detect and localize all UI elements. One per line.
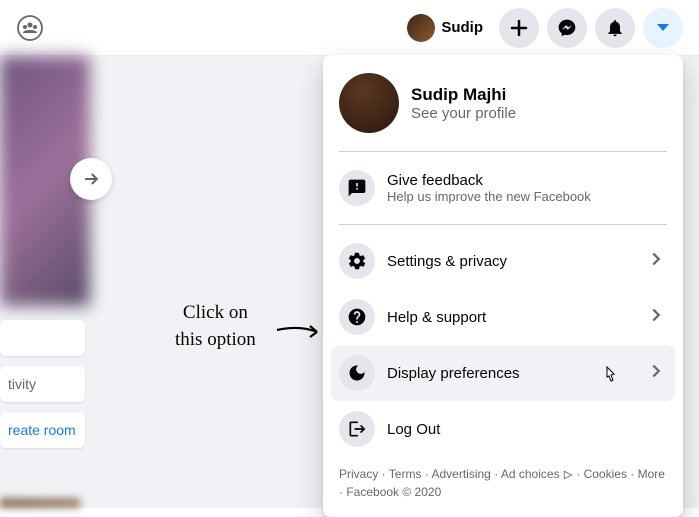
menu-item-label: Display preferences: [387, 365, 633, 382]
menu-item-label: Log Out: [387, 421, 667, 438]
menu-item-label: Help & support: [387, 309, 633, 326]
left-card-activity[interactable]: tivity: [0, 366, 85, 402]
profile-name: Sudip Majhi: [411, 85, 516, 105]
username-label: Sudip: [441, 19, 483, 36]
profile-subtitle: See your profile: [411, 105, 516, 122]
divider: [339, 151, 667, 152]
help-support-item[interactable]: Help & support: [331, 289, 675, 345]
feedback-icon: [339, 170, 375, 206]
footer-advertising[interactable]: Advertising: [431, 467, 490, 481]
settings-privacy-item[interactable]: Settings & privacy: [331, 233, 675, 289]
menu-item-label: Give feedback: [387, 172, 667, 189]
profile-link[interactable]: Sudip Majhi See your profile: [331, 63, 675, 143]
footer-more[interactable]: More: [638, 467, 665, 481]
left-card-blank[interactable]: [0, 320, 85, 356]
menu-item-sub: Help us improve the new Facebook: [387, 189, 667, 204]
messenger-button[interactable]: [547, 8, 587, 48]
annotation-text: Click on this option: [175, 300, 256, 353]
logout-item[interactable]: Log Out: [331, 401, 675, 457]
footer-copyright: Facebook © 2020: [346, 485, 441, 499]
footer-privacy[interactable]: Privacy: [339, 467, 378, 481]
account-dropdown-button[interactable]: [643, 8, 683, 48]
annotation-arrow: [275, 320, 325, 350]
avatar: [339, 73, 399, 133]
footer-terms[interactable]: Terms: [389, 467, 422, 481]
chevron-right-icon: [645, 304, 667, 331]
display-preferences-item[interactable]: Display preferences: [331, 345, 675, 401]
user-chip[interactable]: Sudip: [399, 10, 491, 46]
dropdown-footer: Privacy · Terms · Advertising · Ad choic…: [331, 457, 675, 509]
menu-item-label: Settings & privacy: [387, 253, 633, 270]
caret-down-icon: [657, 24, 669, 31]
story-next-arrow[interactable]: [70, 158, 112, 200]
feedback-item[interactable]: Give feedback Help us improve the new Fa…: [331, 160, 675, 216]
account-dropdown: Sudip Majhi See your profile Give feedba…: [323, 55, 683, 517]
groups-icon[interactable]: [16, 14, 44, 42]
gear-icon: [339, 243, 375, 279]
chevron-right-icon: [645, 248, 667, 275]
logout-icon: [339, 411, 375, 447]
create-button[interactable]: [499, 8, 539, 48]
top-bar: Sudip: [0, 0, 699, 56]
chevron-right-icon: [645, 360, 667, 387]
divider: [339, 224, 667, 225]
footer-cookies[interactable]: Cookies: [584, 467, 627, 481]
moon-icon: [339, 355, 375, 391]
help-icon: [339, 299, 375, 335]
notifications-button[interactable]: [595, 8, 635, 48]
avatar: [407, 14, 435, 42]
footer-adchoices[interactable]: Ad choices: [501, 467, 560, 481]
create-room-link[interactable]: reate room: [0, 412, 85, 448]
blurred-content-bottom: [0, 498, 80, 508]
